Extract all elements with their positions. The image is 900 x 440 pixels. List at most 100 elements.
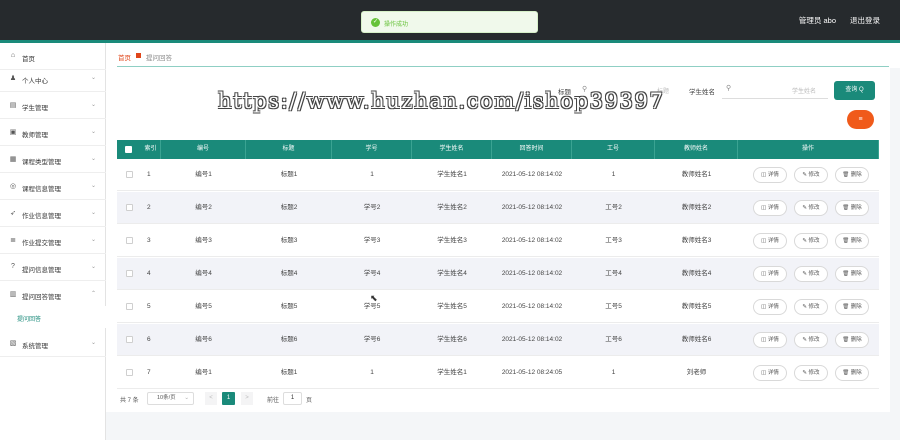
chevron-icon: ⌄ bbox=[90, 129, 96, 135]
globe-icon: ◎ bbox=[9, 183, 17, 190]
edit-button[interactable]: ✎ 修改 bbox=[794, 266, 828, 282]
breadcrumb-home[interactable]: 首页 bbox=[118, 52, 131, 62]
detail-button[interactable]: ◫ 详情 bbox=[753, 299, 787, 315]
delete-button[interactable]: 🗑 删除 bbox=[835, 167, 869, 183]
edit-button[interactable]: ✎ 修改 bbox=[794, 332, 828, 348]
edit-button[interactable]: ✎ 修改 bbox=[794, 167, 828, 183]
cell-code: 编号6 bbox=[195, 336, 212, 343]
cell-teacher: 教师姓名1 bbox=[681, 171, 712, 178]
cell-title: 标题5 bbox=[280, 303, 298, 310]
logout-link[interactable]: 退出登录 bbox=[850, 15, 880, 26]
table-row[interactable]: 6 编号6 标题6 学号6 学生姓名6 2021-05-12 08:14:02 工号6 教师姓… bbox=[117, 324, 879, 356]
row-checkbox[interactable] bbox=[126, 171, 133, 178]
cell-title: 标题2 bbox=[280, 204, 298, 211]
page-size-select[interactable]: 10条/页 ⌄ bbox=[147, 392, 194, 405]
cell-teacher: 教师姓名2 bbox=[681, 204, 712, 211]
sidebar-item-5[interactable]: ◎ 课程信息管理 ⌄ bbox=[0, 173, 106, 200]
doc-icon: ▥ bbox=[9, 291, 17, 298]
table-row[interactable]: 4 编号4 标题4 学号4 学生姓名4 2021-05-12 08:14:02 工号4 教师姓… bbox=[117, 258, 879, 290]
row-checkbox[interactable] bbox=[126, 369, 133, 376]
row-checkbox[interactable] bbox=[126, 237, 133, 244]
sidebar-item-label: 个人中心 bbox=[22, 78, 48, 85]
next-page-button[interactable]: > bbox=[241, 392, 253, 405]
cell-stu_no: 1 bbox=[370, 369, 374, 376]
cell-stu_name: 学生姓名3 bbox=[437, 237, 467, 244]
detail-button[interactable]: ◫ 详情 bbox=[753, 365, 787, 381]
success-toast: ✓ 操作成功 bbox=[361, 11, 538, 33]
chevron-icon: ⌄ bbox=[90, 102, 96, 108]
cell-stu_name: 学生姓名5 bbox=[437, 303, 467, 310]
mouse-cursor-icon: ⬉ bbox=[370, 293, 378, 303]
cell-time: 2021-05-12 08:14:02 bbox=[501, 303, 563, 310]
detail-button[interactable]: ◫ 详情 bbox=[753, 266, 787, 282]
sidebar-item-label: 提问信息管理 bbox=[22, 267, 61, 274]
query-button[interactable]: 查询 Q bbox=[834, 81, 875, 100]
goto-page-input[interactable]: 1 bbox=[283, 392, 302, 405]
column-header: 学号 bbox=[332, 140, 412, 159]
sidebar-item-8[interactable]: ? 提问信息管理 ⌄ bbox=[0, 254, 106, 281]
cell-stu_no: 学号2 bbox=[363, 204, 381, 211]
chevron-icon: ⌄ bbox=[90, 264, 96, 270]
question-icon: ? bbox=[11, 263, 15, 270]
cell-stu_name: 学生姓名2 bbox=[437, 204, 467, 211]
breadcrumb-divider bbox=[117, 66, 889, 67]
cell-teacher: 教师姓名3 bbox=[681, 237, 712, 244]
row-checkbox[interactable] bbox=[126, 336, 133, 343]
chevron-icon: ⌄ bbox=[90, 156, 96, 162]
sidebar-item-3[interactable]: ▣ 教师管理 ⌄ bbox=[0, 119, 106, 146]
send-icon: ➶ bbox=[10, 210, 16, 217]
edit-button[interactable]: ✎ 修改 bbox=[794, 299, 828, 315]
detail-button[interactable]: ◫ 详情 bbox=[753, 332, 787, 348]
sidebar-item-9[interactable]: ▥ 提问回答管理 ⌃ bbox=[0, 281, 106, 308]
delete-button[interactable]: 🗑 删除 bbox=[835, 299, 869, 315]
edit-button[interactable]: ✎ 修改 bbox=[794, 200, 828, 216]
table-row[interactable]: 5 编号5 标题5 学号5 学生姓名5 2021-05-12 08:14:02 工号5 教师姓… bbox=[117, 291, 879, 323]
cell-work_no: 1 bbox=[611, 171, 616, 178]
cell-teacher: 教师姓名6 bbox=[681, 336, 712, 343]
sidebar-item-10[interactable]: ▧ 系统管理 ⌄ bbox=[0, 330, 106, 357]
table-row[interactable]: 7 编号1 标题1 1 学生姓名1 2021-05-12 08:24:05 1 刘老师 ◫ 详情… bbox=[117, 357, 879, 389]
prev-page-button[interactable]: < bbox=[205, 392, 217, 405]
menu-button[interactable]: ≡ bbox=[847, 110, 874, 129]
delete-button[interactable]: 🗑 删除 bbox=[835, 200, 869, 216]
row-checkbox[interactable] bbox=[126, 204, 133, 211]
student-name-input[interactable]: ⚲ 学生姓名 bbox=[722, 81, 828, 99]
sidebar-subitem-label: 提问回答 bbox=[17, 317, 42, 323]
row-checkbox[interactable] bbox=[126, 270, 133, 277]
detail-button[interactable]: ◫ 详情 bbox=[753, 233, 787, 249]
table-row[interactable]: 2 编号2 标题2 学号2 学生姓名2 2021-05-12 08:14:02 工号2 教师姓… bbox=[117, 192, 879, 224]
row-checkbox[interactable] bbox=[126, 303, 133, 310]
delete-button[interactable]: 🗑 删除 bbox=[835, 266, 869, 282]
edit-button[interactable]: ✎ 修改 bbox=[794, 233, 828, 249]
detail-button[interactable]: ◫ 详情 bbox=[753, 167, 787, 183]
column-header: 学生姓名 bbox=[412, 140, 492, 159]
sidebar-subitem-answer[interactable]: 提问回答 bbox=[0, 306, 106, 328]
detail-button[interactable]: ◫ 详情 bbox=[753, 200, 787, 216]
column-header: 回答时间 bbox=[492, 140, 572, 159]
delete-button[interactable]: 🗑 删除 bbox=[835, 233, 869, 249]
cell-stu_no: 学号3 bbox=[363, 237, 381, 244]
cell-time: 2021-05-12 08:14:02 bbox=[501, 171, 563, 178]
home-icon: ⌂ bbox=[10, 52, 16, 59]
chevron-icon: ⌄ bbox=[90, 340, 96, 346]
delete-button[interactable]: 🗑 删除 bbox=[835, 365, 869, 381]
pagination-total: 共 7 条 bbox=[120, 398, 139, 404]
column-header: 编号 bbox=[161, 140, 246, 159]
sidebar-item-label: 作业信息管理 bbox=[22, 213, 61, 220]
table-row[interactable]: 1 编号1 标题1 1 学生姓名1 2021-05-12 08:14:02 1 教师姓名1 ◫ … bbox=[117, 159, 879, 191]
table-row[interactable]: 3 编号3 标题3 学号3 学生姓名3 2021-05-12 08:14:02 工号3 教师姓… bbox=[117, 225, 879, 257]
sidebar-item-6[interactable]: ➶ 作业信息管理 ⌄ bbox=[0, 200, 106, 227]
sidebar-item-7[interactable]: ≣ 作业提交管理 ⌄ bbox=[0, 227, 106, 254]
sidebar-item-2[interactable]: ▤ 学生管理 ⌄ bbox=[0, 92, 106, 119]
cell-stu_no: 学号6 bbox=[363, 336, 381, 343]
sidebar-item-1[interactable]: ♟ 个人中心 ⌄ bbox=[0, 65, 106, 92]
delete-button[interactable]: 🗑 删除 bbox=[835, 332, 869, 348]
edit-button[interactable]: ✎ 修改 bbox=[794, 365, 828, 381]
cell-work_no: 工号3 bbox=[605, 237, 622, 244]
sidebar-item-4[interactable]: ▦ 课程类型管理 ⌄ bbox=[0, 146, 106, 173]
select-all-checkbox[interactable] bbox=[125, 146, 132, 153]
id-card-icon: ▤ bbox=[9, 102, 17, 109]
cell-teacher: 教师姓名4 bbox=[681, 270, 712, 277]
current-page-button[interactable]: 1 bbox=[222, 392, 235, 405]
student-name-placeholder: 学生姓名 bbox=[791, 89, 816, 95]
